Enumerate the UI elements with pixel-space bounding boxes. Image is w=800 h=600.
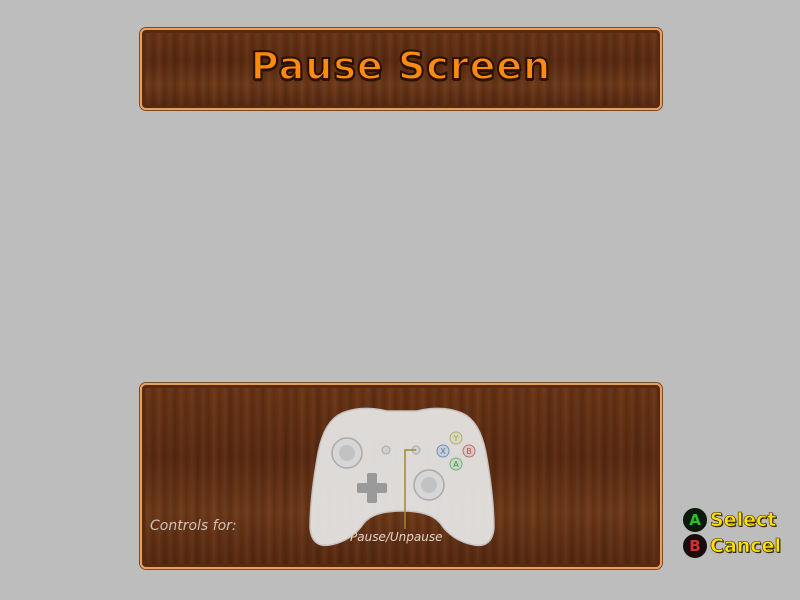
controls-panel: Controls for: Y B X A Pause/Unpause <box>140 383 662 569</box>
title-panel: Pause Screen <box>140 28 662 110</box>
svg-text:A: A <box>453 460 459 469</box>
select-label: Select <box>710 509 777 532</box>
svg-text:X: X <box>440 447 446 456</box>
controls-heading: Controls for: <box>150 518 237 534</box>
svg-text:B: B <box>466 447 472 456</box>
select-hint[interactable]: A Select <box>683 508 777 532</box>
b-button-icon: B <box>683 534 707 558</box>
page-title: Pause Screen <box>250 43 552 89</box>
view-button-icon <box>381 445 391 455</box>
cancel-label: Cancel <box>710 535 782 558</box>
svg-text:Y: Y <box>453 434 459 443</box>
a-button-icon: A <box>683 508 707 532</box>
cancel-hint[interactable]: B Cancel <box>683 534 781 558</box>
pause-unpause-label: Pause/Unpause <box>350 530 443 544</box>
